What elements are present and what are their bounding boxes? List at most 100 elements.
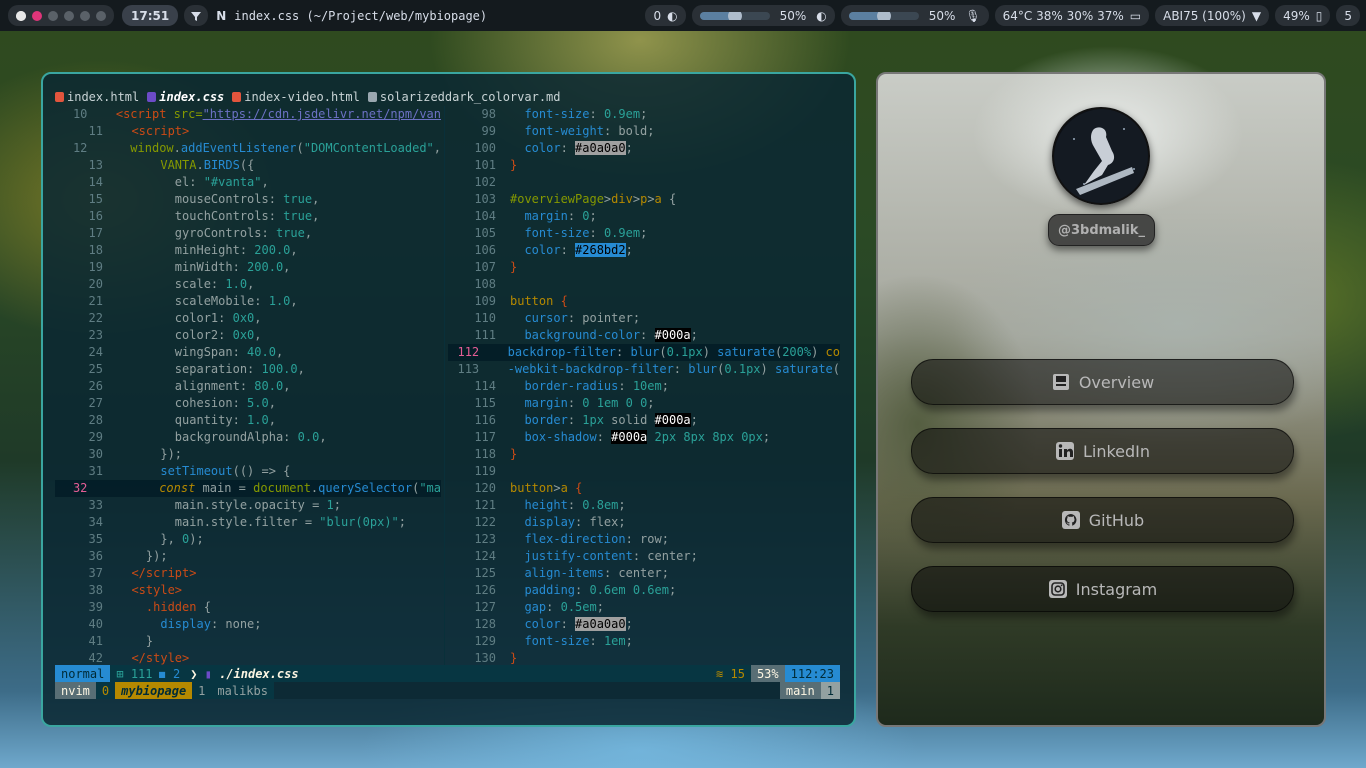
tmux-session[interactable]: mybiopage (115, 682, 193, 699)
terminal-window[interactable]: index.html index.css index-video.html solar… (41, 72, 856, 727)
workspace-dot[interactable] (80, 10, 90, 21)
code-line[interactable]: 122 display: flex; (448, 514, 840, 531)
code-line[interactable]: 23 color2: 0x0, (55, 327, 441, 344)
code-line[interactable]: 124 justify-content: center; (448, 548, 840, 565)
code-line[interactable]: 16 touchControls: true, (55, 208, 441, 225)
code-line[interactable]: 114 border-radius: 10em; (448, 378, 840, 395)
code-line[interactable]: 112 backdrop-filter: blur(0.1px) saturat… (448, 344, 840, 361)
code-line[interactable]: 39 .hidden { (55, 599, 441, 616)
code-line[interactable]: 32 const main = document.querySelector("… (55, 480, 441, 497)
code-line[interactable]: 30 }); (55, 446, 441, 463)
buffer-tab[interactable]: index.html (55, 88, 139, 106)
github-button[interactable]: GitHub (911, 497, 1294, 543)
code-line[interactable]: 100 color: #a0a0a0; (448, 140, 840, 157)
code-line[interactable]: 20 scale: 1.0, (55, 276, 441, 293)
code-line[interactable]: 25 separation: 100.0, (55, 361, 441, 378)
code-line[interactable]: 116 border: 1px solid #000a; (448, 412, 840, 429)
code-line[interactable]: 109 button { (448, 293, 840, 310)
workspace-dot[interactable] (16, 10, 26, 21)
code-line[interactable]: 28 quantity: 1.0, (55, 412, 441, 429)
code-line[interactable]: 33 main.style.opacity = 1; (55, 497, 441, 514)
code-line[interactable]: 118} (448, 446, 840, 463)
linkedin-button[interactable]: LinkedIn (911, 428, 1294, 474)
code-line[interactable]: 115 margin: 0 1em 0 0; (448, 395, 840, 412)
workspace-dot[interactable] (48, 10, 58, 21)
code-line[interactable]: 19 minWidth: 200.0, (55, 259, 441, 276)
tmux-pane-index[interactable]: 1 (192, 682, 212, 699)
code-line[interactable]: 35 }, 0); (55, 531, 441, 548)
volume-pill[interactable]: 50% ◐ (691, 5, 835, 26)
code-line[interactable]: 126 padding: 0.6em 0.6em; (448, 582, 840, 599)
tmux-app[interactable]: nvim (55, 682, 96, 699)
code-line[interactable]: 127 gap: 0.5em; (448, 599, 840, 616)
tmux-pane-name[interactable]: malikbs (211, 682, 274, 699)
code-line[interactable]: 108 (448, 276, 840, 293)
brightness-pill[interactable]: 50% 🎙 (840, 5, 989, 26)
code-line[interactable]: 15 mouseControls: true, (55, 191, 441, 208)
code-line[interactable]: 98 font-size: 0.9em; (448, 106, 840, 123)
code-line[interactable]: 107} (448, 259, 840, 276)
code-line[interactable]: 31 setTimeout(() => { (55, 463, 441, 480)
workspace-dot[interactable] (32, 10, 42, 21)
code-line[interactable]: 117 box-shadow: #000a 2px 8px 8px 0px; (448, 429, 840, 446)
workspace-indicator[interactable]: 5 (1336, 5, 1360, 26)
code-pane-left[interactable]: 10 <script src="https://cdn.jsdelivr.net… (55, 106, 441, 667)
buffer-tab[interactable]: index.css (147, 88, 224, 106)
code-line[interactable]: 12 window.addEventListener("DOMContentLo… (55, 140, 441, 157)
code-line[interactable]: 22 color1: 0x0, (55, 310, 441, 327)
code-line[interactable]: 106 color: #268bd2; (448, 242, 840, 259)
code-line[interactable]: 18 minHeight: 200.0, (55, 242, 441, 259)
overview-button[interactable]: Overview (911, 359, 1294, 405)
code-line[interactable]: 99 font-weight: bold; (448, 123, 840, 140)
code-line[interactable]: 26 alignment: 80.0, (55, 378, 441, 395)
buffer-tab[interactable]: index-video.html (232, 88, 360, 106)
buffer-tab[interactable]: solarizeddark_colorvar.md (367, 88, 561, 106)
code-line[interactable]: 121 height: 0.8em; (448, 497, 840, 514)
code-line[interactable]: 34 main.style.filter = "blur(0px)"; (55, 514, 441, 531)
workspace-switcher[interactable] (8, 5, 114, 26)
code-line[interactable]: 110 cursor: pointer; (448, 310, 840, 327)
code-line[interactable]: 38 <style> (55, 582, 441, 599)
code-line[interactable]: 111 background-color: #000a; (448, 327, 840, 344)
code-line[interactable]: 129 font-size: 1em; (448, 633, 840, 650)
code-line[interactable]: 125 align-items: center; (448, 565, 840, 582)
code-line[interactable]: 104 margin: 0; (448, 208, 840, 225)
code-line[interactable]: 21 scaleMobile: 1.0, (55, 293, 441, 310)
code-line[interactable]: 113 -webkit-backdrop-filter: blur(0.1px)… (448, 361, 840, 378)
workspace-dot[interactable] (64, 10, 74, 21)
code-line[interactable]: 10 <script src="https://cdn.jsdelivr.net… (55, 106, 441, 123)
workspace-dot[interactable] (96, 10, 106, 21)
code-line[interactable]: 128 color: #a0a0a0; (448, 616, 840, 633)
code-line[interactable]: 120 button>a { (448, 480, 840, 497)
instagram-button[interactable]: Instagram (911, 566, 1294, 612)
code-line[interactable]: 105 font-size: 0.9em; (448, 225, 840, 242)
code-line[interactable]: 119 (448, 463, 840, 480)
code-line[interactable]: 102 (448, 174, 840, 191)
volume-slider[interactable] (699, 11, 770, 20)
battery-pill[interactable]: 49% ▯ (1275, 5, 1331, 26)
code-line[interactable]: 29 backgroundAlpha: 0.0, (55, 429, 441, 446)
code-line[interactable]: 101} (448, 157, 840, 174)
code-line[interactable]: 123 flex-direction: row; (448, 531, 840, 548)
funnel-icon[interactable] (184, 5, 209, 26)
system-stats[interactable]: 64°C 38% 30% 37% ▭ (994, 5, 1150, 26)
tmux-window-index[interactable]: 0 (95, 682, 116, 699)
profile-page-window[interactable]: @3bdmalik_ Overview LinkedIn GitHub Inst… (876, 72, 1326, 727)
notification-pill[interactable]: 0 ◐ (645, 5, 686, 26)
code-line[interactable]: 13 VANTA.BIRDS({ (55, 157, 441, 174)
code-line[interactable]: 17 gyroControls: true, (55, 225, 441, 242)
code-line[interactable]: 40 display: none; (55, 616, 441, 633)
code-line[interactable]: 37 </script> (55, 565, 441, 582)
network-pill[interactable]: ABI75 (100%) ▼ (1155, 5, 1270, 26)
code-line[interactable]: 103 #overviewPage>div>p>a { (448, 191, 840, 208)
code-line[interactable]: 24 wingSpan: 40.0, (55, 344, 441, 361)
line-text: } (510, 158, 518, 172)
code-line[interactable]: 36 }); (55, 548, 441, 565)
code-line[interactable]: 41 } (55, 633, 441, 650)
code-line[interactable]: 14 el: "#vanta", (55, 174, 441, 191)
code-line[interactable]: 27 cohesion: 5.0, (55, 395, 441, 412)
brightness-slider[interactable] (848, 11, 919, 20)
code-line[interactable]: 11 <script> (55, 123, 441, 140)
code-pane-right[interactable]: 98 font-size: 0.9em; 99 font-weight: bold… (448, 106, 840, 667)
clock[interactable]: 17:51 (122, 5, 179, 26)
